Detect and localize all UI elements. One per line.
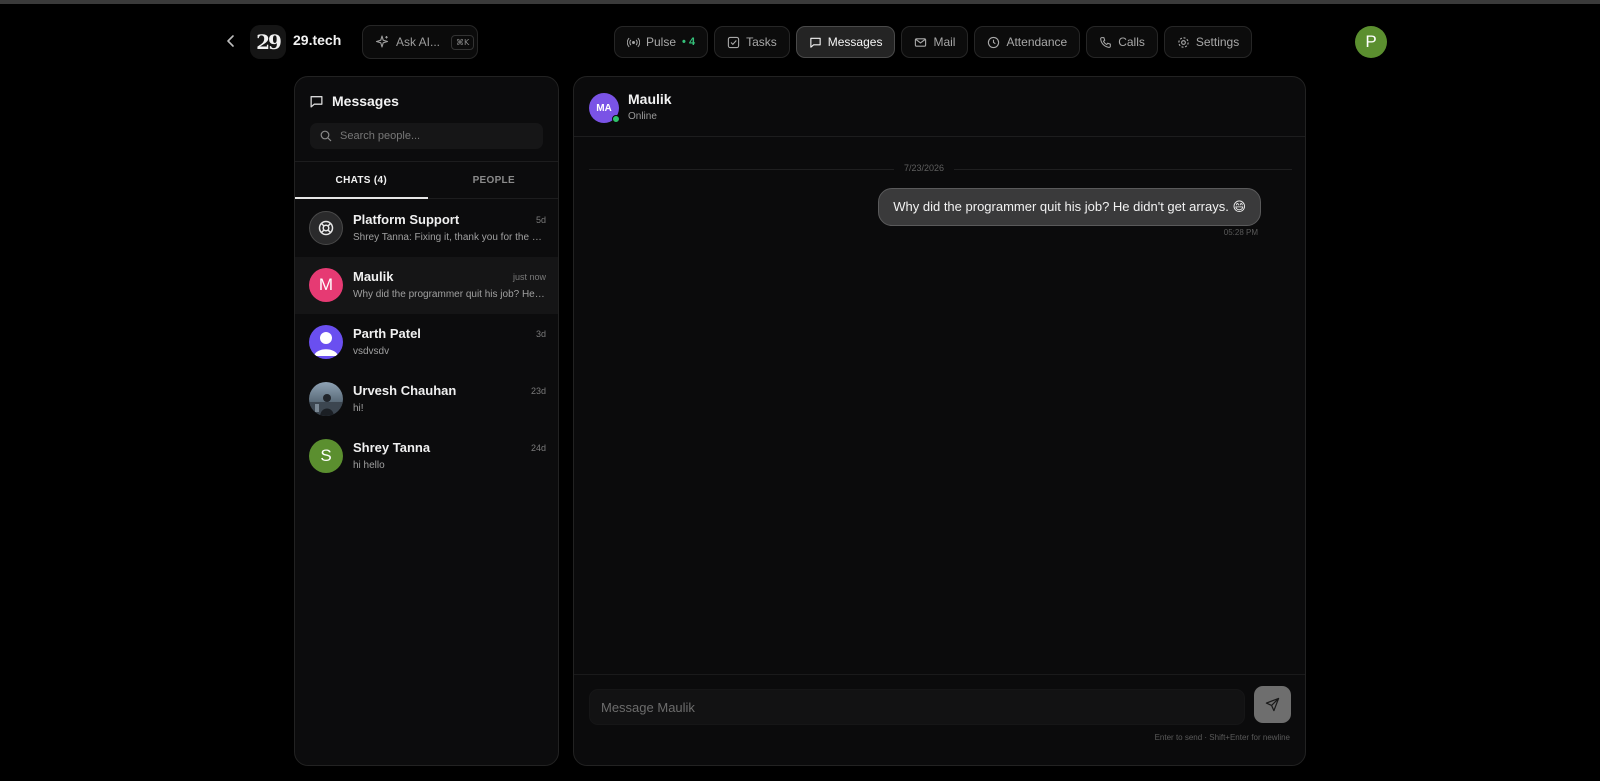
checkbox-icon — [727, 36, 740, 48]
avatar: S — [309, 439, 343, 473]
nav-settings-label: Settings — [1195, 35, 1240, 49]
nav-calls-label: Calls — [1118, 35, 1145, 49]
nav-pulse-badge: • 4 — [682, 36, 696, 48]
send-icon — [1265, 697, 1280, 712]
messages-sidebar-header: Messages — [309, 93, 399, 109]
nav-attendance[interactable]: Attendance — [974, 26, 1081, 58]
chat-name: Parth Patel — [353, 326, 421, 341]
nav-attendance-label: Attendance — [1006, 35, 1068, 49]
ask-ai-button[interactable]: Ask AI... ⌘K — [362, 25, 478, 59]
contact-status: Online — [628, 111, 657, 122]
date-label: 7/23/2026 — [894, 163, 955, 173]
chat-preview: hi! — [353, 403, 364, 414]
chat-preview: Why did the programmer quit his job? He … — [353, 289, 545, 300]
chat-time: just now — [512, 272, 546, 282]
conversation-header: MA Maulik Online — [574, 77, 1305, 137]
chat-name: Shrey Tanna — [353, 440, 431, 455]
avatar — [309, 211, 343, 245]
message-icon — [810, 37, 821, 48]
nav-tasks[interactable]: Tasks — [714, 26, 790, 58]
brand-logo-text: 29 — [256, 30, 282, 54]
chat-list: Platform Support 5d Shrey Tanna: Fixing … — [295, 200, 558, 485]
photo-avatar — [309, 394, 343, 416]
nav-pulse[interactable]: Pulse • 4 — [614, 26, 709, 58]
avatar — [309, 382, 343, 416]
chat-time: 24d — [530, 443, 546, 453]
chat-time: 23d — [530, 386, 546, 396]
message-icon — [310, 95, 323, 107]
chat-time: 5d — [535, 215, 546, 225]
chat-time: 3d — [535, 329, 546, 339]
chat-name: Urvesh Chauhan — [353, 383, 457, 398]
conversation-panel: MA Maulik Online 7/23/2026 Why did the p… — [573, 76, 1306, 766]
chat-item-urvesh-chauhan[interactable]: Urvesh Chauhan 23d hi! — [295, 371, 558, 428]
chat-item-maulik[interactable]: M Maulik just now Why did the programmer… — [295, 257, 558, 314]
avatar — [309, 325, 343, 359]
chat-item-parth-patel[interactable]: Parth Patel 3d vsdvsdv — [295, 314, 558, 371]
nav-mail-label: Mail — [933, 35, 956, 49]
sparkles-icon — [375, 35, 389, 48]
messages-sidebar-title: Messages — [332, 93, 399, 109]
nav-messages[interactable]: Messages — [795, 26, 896, 58]
chat-preview: Shrey Tanna: Fixing it, thank you for th… — [353, 232, 545, 243]
default-user-icon — [314, 332, 338, 356]
mail-icon — [915, 37, 927, 47]
chat-item-platform-support[interactable]: Platform Support 5d Shrey Tanna: Fixing … — [295, 200, 558, 257]
window-top-border — [0, 0, 1600, 4]
search-box — [310, 123, 543, 149]
message-timestamp: 05:28 PM — [1223, 228, 1258, 237]
tab-people[interactable]: PEOPLE — [428, 162, 559, 198]
chat-name: Maulik — [353, 269, 394, 284]
search-input[interactable] — [340, 130, 530, 142]
clock-icon — [988, 36, 1000, 48]
contact-name[interactable]: Maulik — [628, 91, 672, 107]
support-icon — [318, 220, 334, 236]
message-composer: Enter to send · Shift+Enter for newline — [574, 674, 1305, 765]
phone-icon — [1100, 36, 1112, 48]
nav-mail[interactable]: Mail — [901, 26, 969, 58]
back-button[interactable] — [222, 31, 240, 51]
chevron-left-icon — [227, 35, 234, 47]
ask-ai-shortcut: ⌘K — [451, 34, 475, 50]
messages-sidebar: Messages CHATS (4) PEOPLE Platform Suppo… — [294, 76, 559, 766]
nav-tasks-label: Tasks — [746, 35, 777, 49]
chat-tabs: CHATS (4) PEOPLE — [295, 161, 559, 199]
broadcast-icon — [627, 37, 640, 47]
ask-ai-label: Ask AI... — [396, 35, 441, 49]
gear-icon — [1178, 36, 1189, 48]
search-icon — [320, 130, 332, 142]
nav-messages-label: Messages — [827, 35, 883, 49]
message-input[interactable] — [589, 689, 1245, 725]
user-avatar[interactable]: P — [1355, 26, 1387, 58]
send-button[interactable] — [1254, 686, 1291, 723]
top-nav: Pulse • 4 Tasks Messages Mail Attendance… — [614, 26, 1253, 58]
online-status-dot — [612, 115, 620, 123]
tab-chats[interactable]: CHATS (4) — [295, 162, 428, 199]
chat-preview: hi hello — [353, 460, 385, 471]
nav-pulse-label: Pulse — [646, 35, 677, 49]
avatar: M — [309, 268, 343, 302]
composer-hint: Enter to send · Shift+Enter for newline — [1154, 733, 1290, 742]
chat-name: Platform Support — [353, 212, 460, 227]
outgoing-message-bubble[interactable]: Why did the programmer quit his job? He … — [878, 188, 1261, 226]
brand-logo[interactable]: 29 — [250, 25, 286, 59]
nav-calls[interactable]: Calls — [1086, 26, 1158, 58]
chat-preview: vsdvsdv — [353, 346, 390, 357]
nav-settings[interactable]: Settings — [1163, 26, 1253, 58]
brand-name: 29.tech — [293, 32, 342, 48]
chat-item-shrey-tanna[interactable]: S Shrey Tanna 24d hi hello — [295, 428, 558, 485]
